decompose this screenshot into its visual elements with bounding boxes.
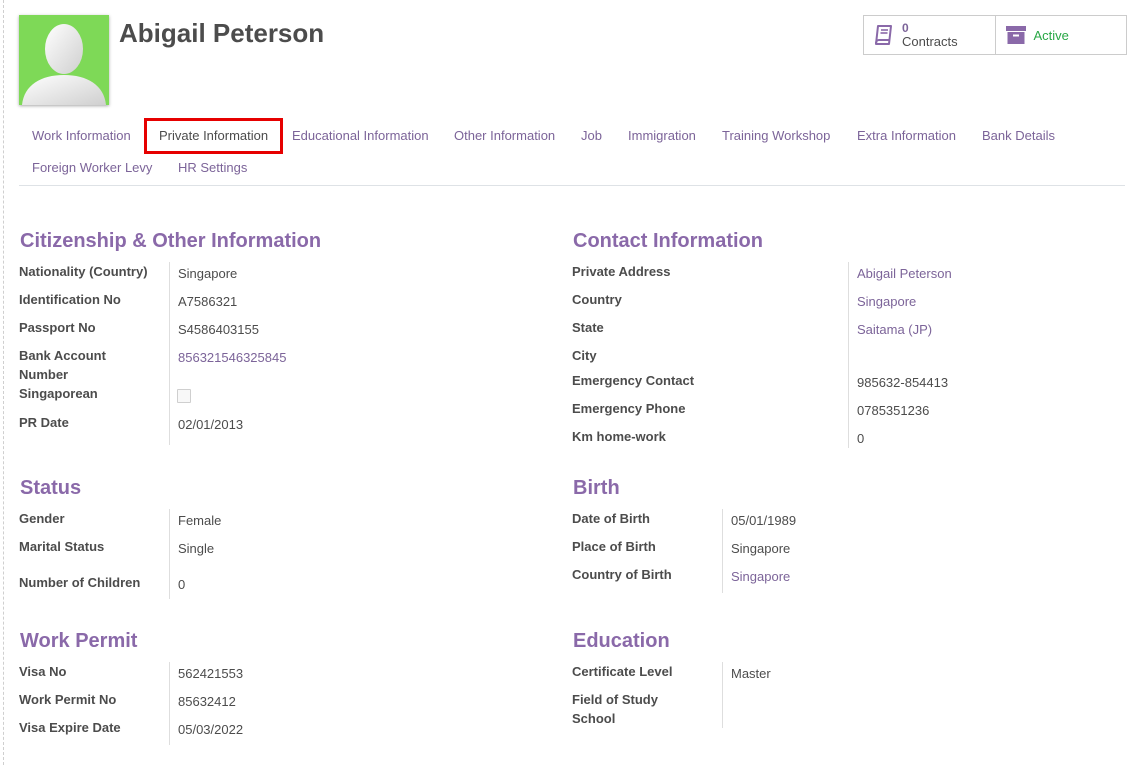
value-pr-date[interactable]: 02/01/2013 xyxy=(178,417,243,432)
singaporean-checkbox[interactable] xyxy=(177,389,191,403)
value-visa-no[interactable]: 562421553 xyxy=(178,666,243,681)
label-marital-status: Marital Status xyxy=(19,539,105,554)
label-field-of-study: Field of Study xyxy=(572,692,658,707)
label-km-home-work: Km home-work xyxy=(572,429,666,444)
tab-training-workshop[interactable]: Training Workshop xyxy=(709,120,843,152)
label-emergency-contact: Emergency Contact xyxy=(572,373,695,388)
field-divider xyxy=(722,509,723,593)
tab-educational-information[interactable]: Educational Information xyxy=(279,120,442,152)
tab-job[interactable]: Job xyxy=(568,120,615,152)
field-divider xyxy=(848,262,849,448)
value-bank-account-number[interactable]: 856321546325845 xyxy=(178,350,286,365)
value-emergency-phone[interactable]: 0785351236 xyxy=(857,403,929,418)
label-city: City xyxy=(572,348,597,363)
label-work-permit-no: Work Permit No xyxy=(19,692,117,707)
value-nationality[interactable]: Singapore xyxy=(178,266,237,281)
label-number-of-children: Number of Children xyxy=(19,575,141,590)
label-country: Country xyxy=(572,292,622,307)
value-work-permit-no[interactable]: 85632412 xyxy=(178,694,236,709)
value-private-address[interactable]: Abigail Peterson xyxy=(857,266,952,281)
employee-avatar[interactable] xyxy=(19,15,109,105)
field-divider xyxy=(169,262,170,445)
employee-name[interactable]: Abigail Peterson xyxy=(119,18,324,49)
value-visa-expire-date[interactable]: 05/03/2022 xyxy=(178,722,243,737)
active-toggle-button[interactable]: Active xyxy=(994,16,1127,54)
tab-work-information[interactable]: Work Information xyxy=(19,120,144,152)
tab-immigration[interactable]: Immigration xyxy=(615,120,709,152)
label-pr-date: PR Date xyxy=(19,415,69,430)
value-country-of-birth[interactable]: Singapore xyxy=(731,569,790,584)
value-date-of-birth[interactable]: 05/01/1989 xyxy=(731,513,796,528)
contracts-count: 0 xyxy=(902,21,909,35)
section-title-birth: Birth xyxy=(573,477,620,499)
value-emergency-contact[interactable]: 985632-854413 xyxy=(857,375,948,390)
tab-hr-settings[interactable]: HR Settings xyxy=(165,152,260,184)
label-bank-account-number: Bank Account Number xyxy=(19,346,106,384)
value-passport-no[interactable]: S4586403155 xyxy=(178,322,259,337)
label-visa-expire-date: Visa Expire Date xyxy=(19,720,121,735)
field-divider xyxy=(169,509,170,599)
archive-icon xyxy=(1005,26,1026,44)
label-passport-no: Passport No xyxy=(19,320,96,335)
label-school: School xyxy=(572,711,616,726)
value-km-home-work[interactable]: 0 xyxy=(857,431,864,446)
label-state: State xyxy=(572,320,604,335)
label-bank-account-line2: Number xyxy=(19,367,69,382)
tab-extra-information[interactable]: Extra Information xyxy=(844,120,969,152)
stat-button-box: 0 Contracts Active xyxy=(863,15,1127,55)
value-place-of-birth[interactable]: Singapore xyxy=(731,541,790,556)
section-title-citizenship: Citizenship & Other Information xyxy=(20,230,322,252)
value-country[interactable]: Singapore xyxy=(857,294,916,309)
field-divider xyxy=(722,662,723,728)
label-place-of-birth: Place of Birth xyxy=(572,539,656,554)
label-bank-account-line1: Bank Account xyxy=(19,348,106,363)
label-emergency-phone: Emergency Phone xyxy=(572,401,686,416)
section-title-education: Education xyxy=(573,630,670,652)
section-title-work-permit: Work Permit xyxy=(20,630,138,652)
left-border xyxy=(3,0,4,765)
label-country-of-birth: Country of Birth xyxy=(572,567,672,582)
person-placeholder-icon xyxy=(22,24,106,105)
value-marital-status[interactable]: Single xyxy=(178,541,214,556)
active-label: Active xyxy=(1033,27,1069,43)
section-title-contact: Contact Information xyxy=(573,230,763,252)
contracts-button[interactable]: 0 Contracts xyxy=(864,16,995,54)
tab-other-information[interactable]: Other Information xyxy=(441,120,568,152)
tab-foreign-worker-levy[interactable]: Foreign Worker Levy xyxy=(19,152,165,184)
value-state[interactable]: Saitama (JP) xyxy=(857,322,932,337)
value-identification-no[interactable]: A7586321 xyxy=(178,294,237,309)
label-date-of-birth: Date of Birth xyxy=(572,511,650,526)
value-number-of-children[interactable]: 0 xyxy=(178,577,185,592)
section-title-status: Status xyxy=(20,477,82,499)
field-divider xyxy=(169,662,170,745)
label-gender: Gender xyxy=(19,511,65,526)
label-singaporean: Singaporean xyxy=(19,386,98,401)
label-visa-no: Visa No xyxy=(19,664,67,679)
value-certificate-level[interactable]: Master xyxy=(731,666,771,681)
label-identification-no: Identification No xyxy=(19,292,121,307)
value-gender[interactable]: Female xyxy=(178,513,221,528)
book-icon xyxy=(875,25,892,45)
label-certificate-level: Certificate Level xyxy=(572,664,673,679)
tab-private-information[interactable]: Private Information xyxy=(143,118,284,154)
notebook-tabs: Work Information Private Information Edu… xyxy=(19,118,1125,186)
label-nationality: Nationality (Country) xyxy=(19,264,148,279)
tab-bank-details[interactable]: Bank Details xyxy=(969,120,1068,152)
contracts-label: Contracts xyxy=(902,34,958,49)
label-private-address: Private Address xyxy=(572,264,671,279)
